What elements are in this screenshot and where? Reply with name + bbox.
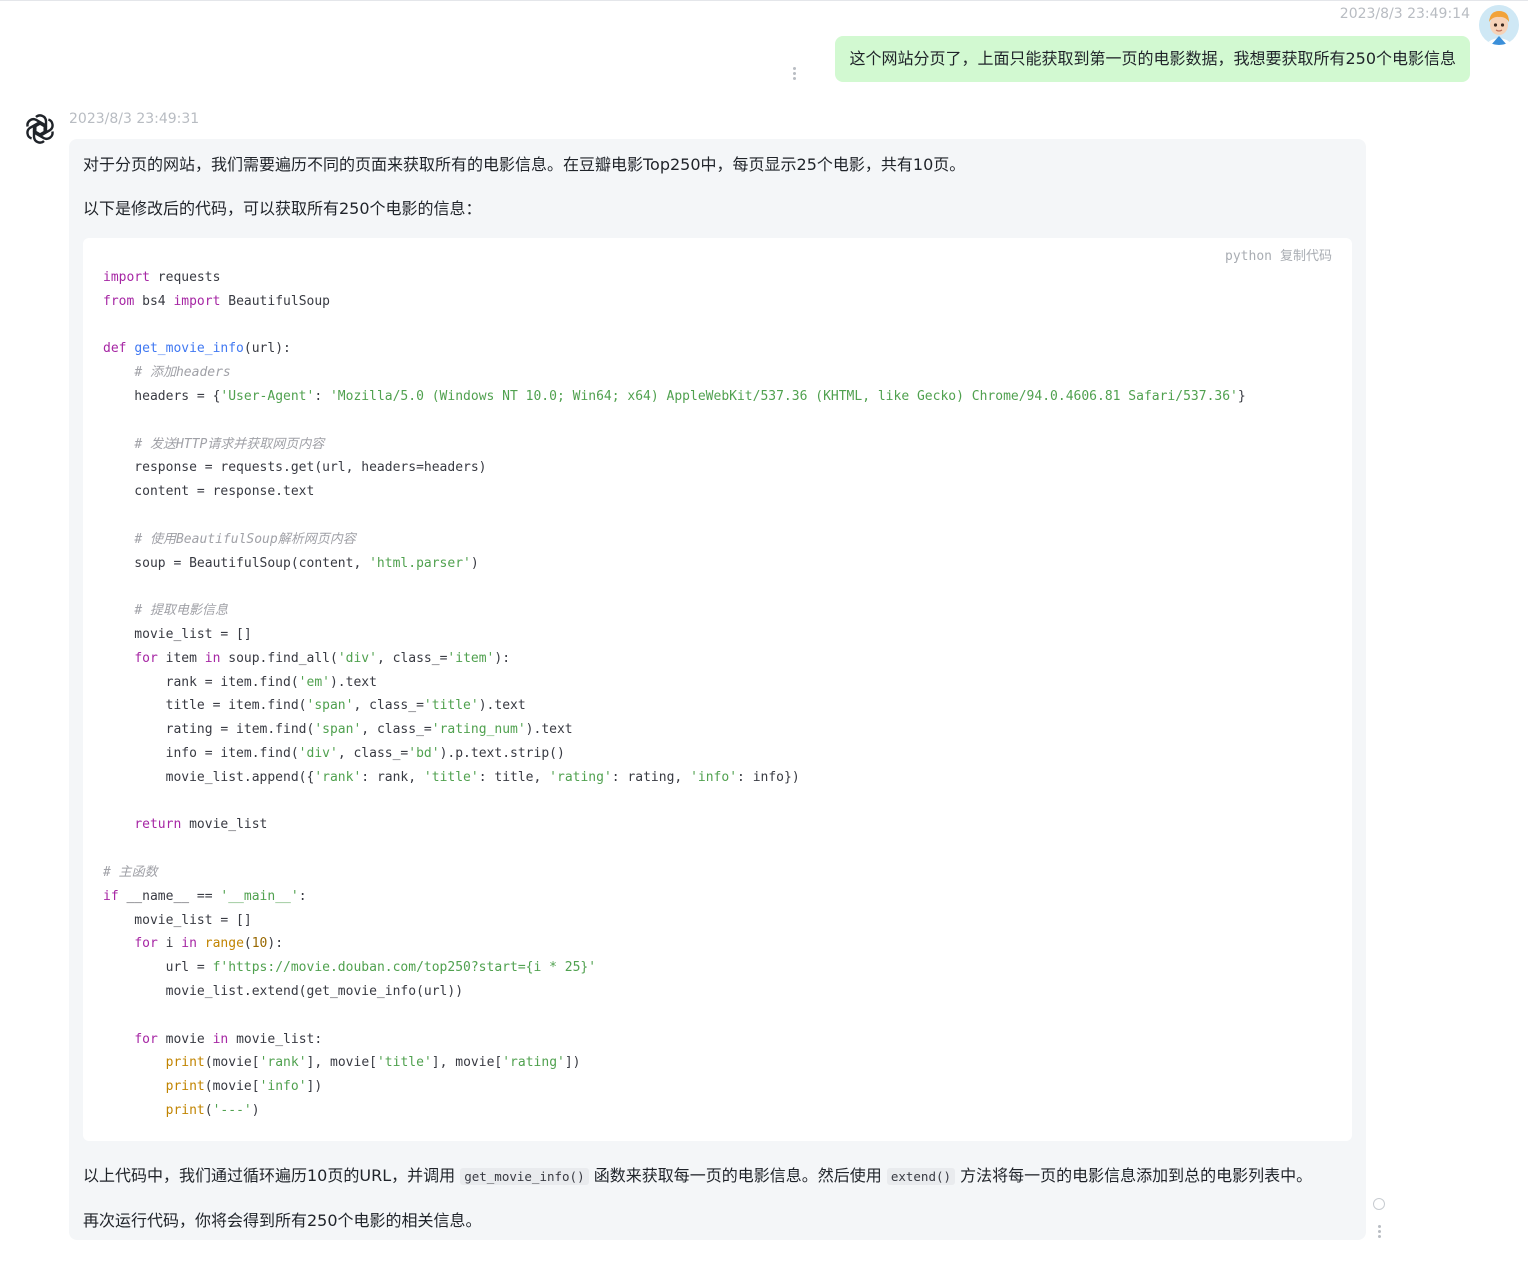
code-content: import requests from bs4 import Beautifu… xyxy=(103,266,1246,1123)
outro-text-after: 方法将每一页的电影信息添加到总的电影列表中。 xyxy=(960,1166,1313,1185)
user-avatar-icon[interactable] xyxy=(1479,5,1519,45)
code-line: rating = item.find('span', class_='ratin… xyxy=(103,722,573,738)
vertical-dots-icon[interactable] xyxy=(1377,1225,1381,1240)
code-line: content = response.text xyxy=(103,484,315,500)
outro-text-middle: 函数来获取每一页的电影信息。然后使用 xyxy=(593,1166,882,1185)
code-line: for movie in movie_list: xyxy=(134,1031,323,1047)
regenerate-circle-icon[interactable] xyxy=(1373,1198,1385,1210)
code-block-header: python 复制代码 xyxy=(1225,245,1332,264)
user-message-bubble: 这个网站分页了，上面只能获取到第一页的电影数据，我想要获取所有250个电影信息 xyxy=(835,36,1470,82)
code-line: rank = item.find('em').text xyxy=(103,674,377,690)
code-line: movie_list.append({'rank': rank, 'title'… xyxy=(103,769,800,785)
code-line: info = item.find('div', class_='bd').p.t… xyxy=(103,745,565,761)
inline-code-extend: extend() xyxy=(886,1168,956,1185)
code-line: for item in soup.find_all('div', class_=… xyxy=(134,650,511,666)
assistant-intro-paragraph-2: 以下是修改后的代码，可以获取所有250个电影的信息： xyxy=(83,199,482,218)
code-line: print('---') xyxy=(165,1102,260,1118)
code-line: # 使用BeautifulSoup解析网页内容 xyxy=(134,531,356,547)
code-line: # 发送HTTP请求并获取网页内容 xyxy=(134,436,325,452)
code-line: movie_list.extend(get_movie_info(url)) xyxy=(103,983,464,999)
code-line: print(movie['info']) xyxy=(165,1079,323,1095)
assistant-intro-paragraph: 对于分页的网站，我们需要遍历不同的页面来获取所有的电影信息。在豆瓣电影Top25… xyxy=(83,155,966,174)
code-line: for i in range(10): xyxy=(134,936,284,952)
code-block: python 复制代码 import requests from bs4 impo… xyxy=(83,238,1352,1141)
code-line: # 主函数 xyxy=(103,864,158,880)
top-divider xyxy=(0,0,1528,1)
code-line: # 提取电影信息 xyxy=(134,603,228,619)
outro-text-before: 以上代码中，我们通过循环遍历10页的URL，并调用 xyxy=(83,1166,456,1185)
code-line: # 添加headers xyxy=(134,365,231,381)
code-line: def get_movie_info(url): xyxy=(103,341,291,357)
code-line: movie_list = [] xyxy=(103,912,252,928)
code-line: if __name__ == '__main__': xyxy=(103,888,307,904)
code-line: response = requests.get(url, headers=hea… xyxy=(103,460,487,476)
code-language-label: python xyxy=(1225,249,1272,264)
code-line: import requests xyxy=(103,270,221,285)
assistant-message-timestamp: 2023/8/3 23:49:31 xyxy=(69,111,200,127)
code-line: url = f'https://movie.douban.com/top250?… xyxy=(103,960,597,976)
inline-code-get-movie-info: get_movie_info() xyxy=(460,1168,589,1185)
assistant-outro-paragraph: 以上代码中，我们通过循环遍历10页的URL，并调用 get_movie_info… xyxy=(83,1162,1312,1186)
code-line: soup = BeautifulSoup(content, 'html.pars… xyxy=(103,555,479,571)
openai-logo-icon xyxy=(22,111,58,147)
code-line: movie_list = [] xyxy=(103,626,252,642)
vertical-dots-icon[interactable] xyxy=(792,67,796,82)
assistant-outro-paragraph-2: 再次运行代码，你将会得到所有250个电影的相关信息。 xyxy=(83,1211,482,1230)
code-line: print(movie['rank'], movie['title'], mov… xyxy=(165,1055,581,1071)
code-line: return movie_list xyxy=(134,817,268,833)
code-line: headers = {'User-Agent': 'Mozilla/5.0 (W… xyxy=(103,388,1246,404)
code-line: title = item.find('span', class_='title'… xyxy=(103,698,526,714)
user-message-timestamp: 2023/8/3 23:49:14 xyxy=(1339,6,1470,22)
copy-code-button[interactable]: 复制代码 xyxy=(1280,249,1332,264)
code-line: from bs4 import BeautifulSoup xyxy=(103,293,330,309)
